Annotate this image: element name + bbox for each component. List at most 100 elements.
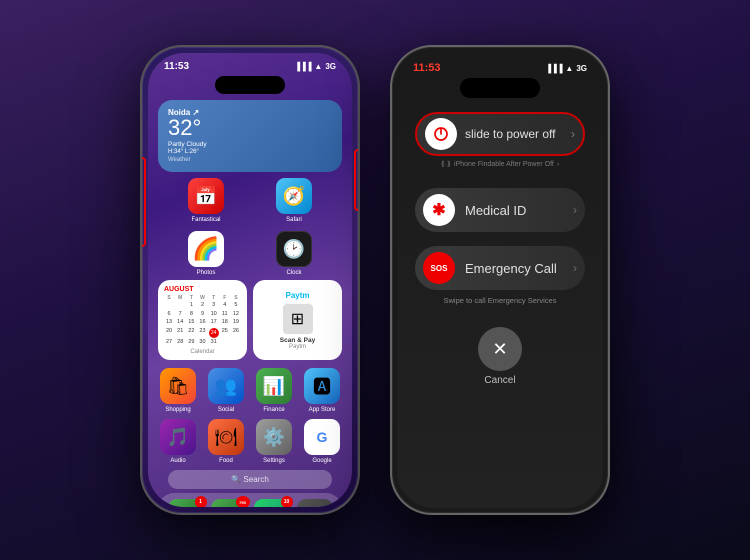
clock-label: Clock (286, 270, 301, 276)
weather-temp: 32° (168, 117, 332, 139)
search-label: Search (243, 475, 268, 484)
apps-grid-1: 🛍 Shopping 👥 Social 📊 Finance 🅰 A (158, 368, 342, 413)
calendar-widget[interactable]: AUGUST S M T W T F S 1 2 3 (158, 280, 247, 360)
food-app[interactable]: 🍽 Food (206, 419, 246, 464)
sos-chevron-icon: › (573, 261, 577, 275)
medical-id-slider[interactable]: ✱ Medical ID › (415, 188, 585, 232)
network-icon: 3G (325, 62, 336, 71)
cancel-label: Cancel (484, 375, 515, 386)
phone2-status-icons: ▐▐▐ ▲ 3G (545, 64, 587, 73)
phone2-network: 3G (576, 64, 587, 73)
phone2: 11:53 ▐▐▐ ▲ 3G slide to power off (390, 45, 610, 515)
status-icons: ▐▐▐ ▲ 3G (294, 62, 336, 71)
audio-app[interactable]: 🎵 Audio (158, 419, 198, 464)
phone2-status-bar: 11:53 ▐▐▐ ▲ 3G (397, 52, 603, 78)
power-button-highlight (354, 149, 360, 211)
weather-widget[interactable]: Noida ↗ 32° Partly Cloudy H:34° L:26° We… (158, 100, 342, 172)
phone2-signal-icon: ▐▐▐ (545, 64, 562, 73)
findable-label: iPhone Findable After Power Off (454, 161, 554, 168)
clock-app[interactable]: 🕑 Clock (276, 231, 312, 276)
photos-app[interactable]: 🌈 Photos (188, 231, 224, 276)
power-icon (433, 126, 449, 142)
messages-dock-app[interactable]: 💬 755 (211, 499, 247, 507)
sos-slider[interactable]: SOS Emergency Call › (415, 246, 585, 290)
google-icon: G (304, 419, 340, 455)
finance-app[interactable]: 📊 Finance (254, 368, 294, 413)
shopping-app[interactable]: 🛍 Shopping (158, 368, 198, 413)
swipe-emergency-text: Swipe to call Emergency Services (444, 296, 557, 305)
sos-text: SOS (431, 264, 448, 273)
status-time: 11:53 (164, 61, 189, 72)
google-app[interactable]: G Google (302, 419, 342, 464)
appstore-icon: 🅰 (304, 368, 340, 404)
camera-dock-icon: 📷 (297, 499, 333, 507)
finance-icon: 📊 (256, 368, 292, 404)
phone1-screen: 11:53 ▐▐▐ ▲ 3G Noida ↗ 32° Partly Cloudy… (148, 53, 352, 507)
shopping-icon: 🛍 (160, 368, 196, 404)
photos-label: Photos (197, 270, 216, 276)
whatsapp-dock-app[interactable]: 📱 10 (254, 499, 290, 507)
calendar-label: Calendar (164, 349, 241, 355)
paytm-label: Paytm (289, 344, 306, 350)
camera-dock-app[interactable]: 📷 (297, 499, 333, 507)
cancel-button[interactable]: ✕ (478, 327, 522, 371)
weather-lo: L:26° (185, 149, 199, 155)
power-button[interactable] (358, 157, 360, 212)
wifi-icon: ▲ (314, 62, 322, 71)
power-off-slider[interactable]: slide to power off › (415, 112, 585, 156)
phone2-dynamic-island (460, 78, 540, 98)
volume-down-button[interactable] (140, 209, 142, 245)
paytm-logo: Paytm (285, 291, 309, 300)
apps-grid-2: 🎵 Audio 🍽 Food ⚙️ Settings G Google (158, 419, 342, 464)
silent-switch[interactable] (140, 127, 142, 155)
findable-text: ⟪·⟫ iPhone Findable After Power Off › (441, 160, 559, 168)
power-slider-button (425, 118, 457, 150)
chevron-right-icon: › (571, 127, 575, 141)
appstore-app[interactable]: 🅰 App Store (302, 368, 342, 413)
phone1: 11:53 ▐▐▐ ▲ 3G Noida ↗ 32° Partly Cloudy… (140, 45, 360, 515)
search-bar[interactable]: 🔍 Search (168, 470, 332, 489)
safari-app[interactable]: 🧭 Safari (276, 178, 312, 223)
calendar-month: AUGUST (164, 286, 241, 293)
medical-id-button: ✱ (423, 194, 455, 226)
photos-icon: 🌈 (188, 231, 224, 267)
volume-up-button[interactable] (140, 165, 142, 201)
whatsapp-badge: 10 (281, 496, 293, 507)
weather-label: Weather (168, 157, 332, 163)
safari-icon: 🧭 (276, 178, 312, 214)
findable-chevron: › (557, 161, 559, 168)
weather-description: Partly Cloudy (168, 141, 332, 148)
medical-id-text: Medical ID (465, 203, 526, 218)
signal-icon: ▐▐▐ (294, 62, 311, 71)
search-icon: 🔍 (231, 475, 241, 484)
fantastical-label: Fantastical (191, 217, 220, 223)
widget-row: AUGUST S M T W T F S 1 2 3 (148, 280, 352, 360)
safari-label: Safari (286, 217, 302, 223)
settings-icon: ⚙️ (256, 419, 292, 455)
paytm-widget[interactable]: Paytm ⊞ Scan & Pay Paytm (253, 280, 342, 360)
bottom-apps: 🛍 Shopping 👥 Social 📊 Finance 🅰 A (148, 368, 352, 464)
social-app[interactable]: 👥 Social (206, 368, 246, 413)
clock-icon: 🕑 (276, 231, 312, 267)
dock: 📞 1 💬 755 📱 10 📷 (158, 493, 342, 507)
weather-hi: H:34° (168, 149, 183, 155)
status-bar: 11:53 ▐▐▐ ▲ 3G (148, 53, 352, 76)
calendar-grid: S M T W T F S 1 2 3 4 5 (164, 295, 241, 347)
volume-buttons-highlight (140, 157, 146, 247)
sos-label: Emergency Call (465, 261, 557, 276)
messages-badge: 755 (236, 496, 250, 507)
medical-chevron-icon: › (573, 203, 577, 217)
fantastical-icon: 📅 (188, 178, 224, 214)
phone-badge: 1 (195, 496, 207, 507)
phone2-time: 11:53 (413, 62, 441, 74)
main-container: 11:53 ▐▐▐ ▲ 3G Noida ↗ 32° Partly Cloudy… (0, 0, 750, 560)
phone-dock-app[interactable]: 📞 1 (168, 499, 204, 507)
fantastical-app[interactable]: 📅 Fantastical (188, 178, 224, 223)
settings-app[interactable]: ⚙️ Settings (254, 419, 294, 464)
app-row-top: 📅 Fantastical 🧭 Safari (148, 178, 352, 223)
bluetooth-icon: ⟪·⟫ (441, 160, 451, 168)
audio-icon: 🎵 (160, 419, 196, 455)
food-icon: 🍽 (208, 419, 244, 455)
paytm-qr-code: ⊞ (283, 304, 313, 334)
power-slider-text: slide to power off (465, 127, 556, 141)
